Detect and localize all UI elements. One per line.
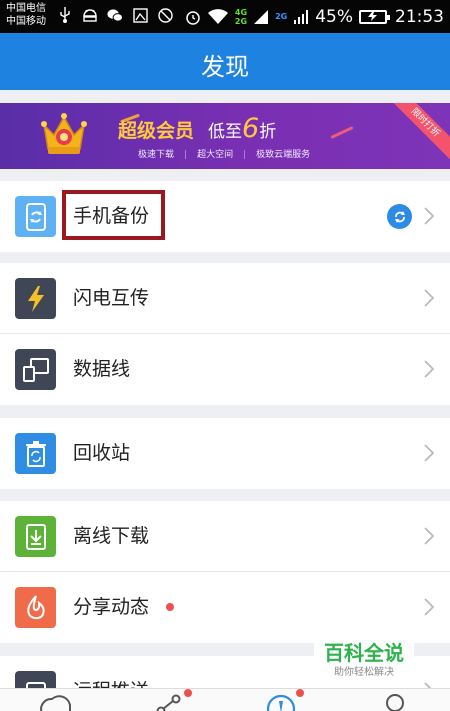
recycle-bin-icon (15, 433, 56, 474)
net-2g-label-2: 2G (275, 12, 288, 21)
signal-icon (253, 9, 269, 25)
chevron-right-icon (424, 527, 434, 545)
app-header: 发现 (0, 33, 450, 90)
cloud-icon[interactable] (38, 691, 74, 711)
battery-percent: 45% (315, 6, 353, 27)
battery-charging-icon (359, 9, 390, 24)
clock: 21:53 (395, 6, 444, 27)
lightning-icon (15, 278, 56, 319)
sync-icon (387, 204, 412, 229)
chevron-right-icon (424, 207, 434, 225)
list-item-label: 数据线 (73, 358, 131, 380)
share-feed-icon (15, 587, 56, 628)
alarm-icon (185, 9, 201, 25)
vip-banner[interactable]: 超级会员 低至6折 极速下载 超大空间 极致云端服务 限时打折 (0, 103, 450, 169)
net-2g-label: 2G (234, 16, 248, 26)
list-group-downloads: 离线下载 分享动态 (0, 501, 450, 643)
profile-icon[interactable] (383, 691, 407, 711)
image-icon (132, 7, 148, 23)
status-bar: 中国电信 中国移动 4G 2G 2G 45% 21:53 (0, 0, 450, 33)
watermark-title: 百科全说 (324, 641, 404, 665)
carrier-labels: 中国电信 中国移动 (6, 2, 46, 28)
banner-deco-right (330, 126, 354, 139)
banner-headline: 超级会员 低至6折 (118, 113, 276, 144)
watermark-subtitle: 助你轻松解决 (334, 667, 394, 678)
banner-feature: 极速下载 (138, 150, 175, 160)
network-type-2: 2G (275, 12, 287, 21)
discount-suffix: 折 (259, 122, 277, 142)
usb-icon (57, 7, 73, 23)
banner-feature: 极致云端服务 (243, 147, 310, 160)
banner-features: 极速下载 超大空间 极致云端服务 (138, 147, 310, 160)
sale-ribbon: 限时打折 (380, 103, 450, 168)
list-group-recycle: 回收站 (0, 418, 450, 489)
carrier-1: 中国电信 (6, 3, 46, 14)
block-icon (157, 7, 173, 23)
list-item-label: 离线下载 (73, 525, 150, 547)
bottom-nav (0, 688, 450, 711)
android-icon (82, 7, 98, 23)
nav-badge-dot (184, 689, 192, 697)
list-group-transfer: 闪电互传 数据线 (0, 263, 450, 405)
new-badge-dot (166, 603, 174, 611)
wifi-icon (207, 8, 229, 25)
share-icon[interactable] (156, 691, 182, 711)
chevron-right-icon (424, 289, 434, 307)
banner-discount: 低至6折 (208, 113, 276, 144)
wechat-icon (107, 7, 123, 23)
banner-feature: 超大空间 (184, 147, 233, 160)
notification-icons (57, 7, 173, 23)
signal-icon-2 (293, 9, 309, 25)
banner-title: 超级会员 (118, 120, 195, 142)
list-item-share-feed[interactable]: 分享动态 (0, 572, 450, 643)
list-item-label: 回收站 (73, 442, 131, 464)
chevron-right-icon (424, 360, 434, 378)
discount-value: 6 (242, 113, 260, 144)
network-type-1: 4G 2G (235, 8, 247, 26)
data-cable-icon (15, 349, 56, 390)
discount-prefix: 低至 (208, 122, 243, 142)
list-item-recycle-bin[interactable]: 回收站 (0, 418, 450, 489)
carrier-2: 中国移动 (6, 16, 46, 27)
list-item-label: 闪电互传 (73, 287, 150, 309)
watermark: 百科全说 助你轻松解决 (314, 640, 414, 686)
app-screen: 中国电信 中国移动 4G 2G 2G 45% 21:53 发现 超级会员 低至6… (0, 0, 450, 711)
discover-icon[interactable] (266, 691, 296, 711)
list-item-flash-transfer[interactable]: 闪电互传 (0, 263, 450, 334)
status-right: 4G 2G 2G 45% 21:53 (185, 0, 444, 33)
highlight-box (62, 190, 165, 240)
list-item-label: 分享动态 (73, 596, 150, 618)
list-item-data-cable[interactable]: 数据线 (0, 334, 450, 405)
nav-badge-dot (296, 689, 304, 697)
list-item-offline-download[interactable]: 离线下载 (0, 501, 450, 572)
chevron-right-icon (424, 598, 434, 616)
net-4g-label: 4G (234, 7, 248, 17)
crown-icon (41, 113, 87, 154)
phone-backup-icon (15, 196, 56, 237)
page-title: 发现 (201, 53, 249, 81)
offline-download-icon (15, 516, 56, 557)
chevron-right-icon (424, 444, 434, 462)
